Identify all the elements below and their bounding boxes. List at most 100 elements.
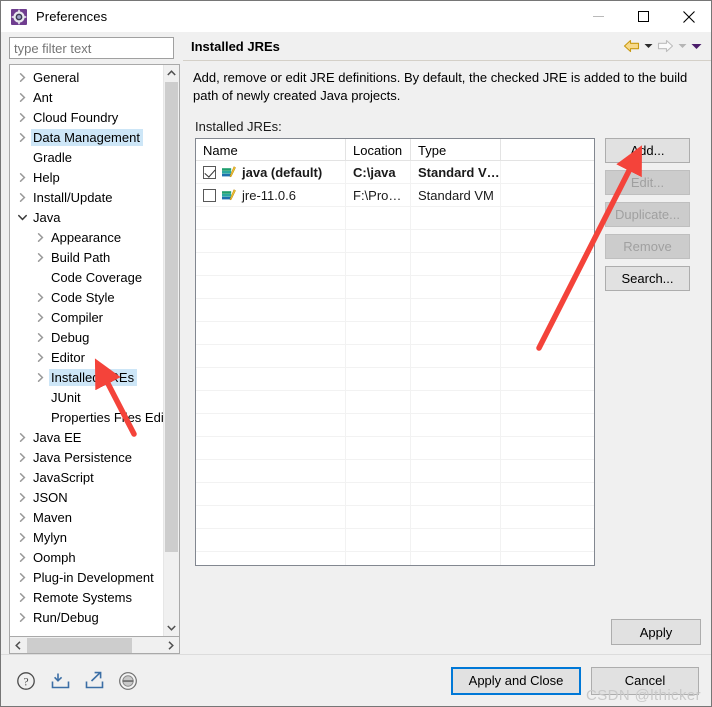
svg-text:?: ? (23, 676, 28, 688)
chevron-right-icon[interactable] (14, 492, 31, 502)
filter-input[interactable] (9, 37, 174, 59)
chevron-right-icon[interactable] (32, 372, 49, 382)
tree-item-java[interactable]: Java (10, 207, 163, 227)
scroll-up-arrow[interactable] (164, 65, 179, 82)
tree-item-compiler[interactable]: Compiler (10, 307, 163, 327)
export-icon[interactable] (83, 670, 105, 692)
chevron-right-icon[interactable] (14, 472, 31, 482)
apply-button[interactable]: Apply (611, 619, 701, 645)
back-history-chevron-down-icon[interactable] (641, 36, 655, 56)
left-pane: General Ant Cloud Foundry Data Management Gr… (1, 32, 183, 654)
chevron-right-icon[interactable] (14, 112, 31, 122)
table-empty-row (196, 322, 594, 345)
footer-button-group: Apply and Close Cancel (451, 666, 699, 695)
minimize-button[interactable] (576, 1, 621, 32)
chevron-right-icon[interactable] (32, 332, 49, 342)
tree-item-label: Install/Update (33, 189, 113, 205)
tree-item-label: Cloud Foundry (33, 109, 119, 125)
tree-scroll-thumb[interactable] (165, 82, 178, 552)
chevron-right-icon[interactable] (32, 292, 49, 302)
chevron-right-icon[interactable] (14, 192, 31, 202)
chevron-right-icon[interactable] (14, 552, 31, 562)
jre-type-cell: Standard VM (411, 183, 501, 207)
chevron-right-icon[interactable] (14, 572, 31, 582)
tree-item-debug[interactable]: Debug (10, 327, 163, 347)
chevron-right-icon[interactable] (14, 92, 31, 102)
column-header-type[interactable]: Type (411, 139, 501, 161)
view-menu-chevron-down-icon[interactable] (689, 36, 703, 56)
chevron-right-icon[interactable] (14, 512, 31, 522)
table-empty-row (196, 437, 594, 460)
tree-item-installed-jres[interactable]: Installed JREs (10, 367, 163, 387)
hscroll-thumb[interactable] (27, 637, 132, 653)
hscroll-right-arrow[interactable] (162, 638, 179, 653)
tree-item-java-ee[interactable]: Java EE (10, 427, 163, 447)
tree-item-plug-in-development[interactable]: Plug-in Development (10, 567, 163, 587)
tree-item-mylyn[interactable]: Mylyn (10, 527, 163, 547)
tree-item-ant[interactable]: Ant (10, 87, 163, 107)
chevron-right-icon[interactable] (14, 612, 31, 622)
tree-item-properties-files-edi[interactable]: Properties Files Edi (10, 407, 163, 427)
import-icon[interactable] (49, 670, 71, 692)
dialog-body: General Ant Cloud Foundry Data Management Gr… (1, 32, 711, 654)
chevron-right-icon[interactable] (14, 72, 31, 82)
preference-tree[interactable]: General Ant Cloud Foundry Data Management Gr… (9, 64, 180, 637)
tree-item-data-management[interactable]: Data Management (10, 127, 163, 147)
chevron-right-icon[interactable] (32, 312, 49, 322)
hscroll-left-arrow[interactable] (10, 638, 27, 653)
tree-item-general[interactable]: General (10, 67, 163, 87)
chevron-right-icon[interactable] (14, 132, 31, 142)
tree-item-appearance[interactable]: Appearance (10, 227, 163, 247)
tree-item-json[interactable]: JSON (10, 487, 163, 507)
jre-filler-cell (501, 161, 594, 184)
help-icon[interactable]: ? (15, 670, 37, 692)
close-button[interactable] (666, 1, 711, 32)
tree-item-code-style[interactable]: Code Style (10, 287, 163, 307)
tree-horizontal-scrollbar[interactable] (9, 637, 180, 654)
jre-name-label: java (default) (242, 164, 323, 180)
maximize-button[interactable] (621, 1, 666, 32)
tree-item-remote-systems[interactable]: Remote Systems (10, 587, 163, 607)
column-header-name[interactable]: Name (196, 139, 346, 161)
column-header-location[interactable]: Location (346, 139, 411, 161)
tree-item-gradle[interactable]: Gradle (10, 147, 163, 167)
table-row[interactable]: java (default) C:\java Standard V… (196, 160, 594, 184)
tree-item-maven[interactable]: Maven (10, 507, 163, 527)
tree-item-java-persistence[interactable]: Java Persistence (10, 447, 163, 467)
back-arrow-icon[interactable] (621, 36, 641, 56)
tree-item-help[interactable]: Help (10, 167, 163, 187)
tree-item-javascript[interactable]: JavaScript (10, 467, 163, 487)
tree-item-install-update[interactable]: Install/Update (10, 187, 163, 207)
remove-button: Remove (605, 234, 690, 259)
restore-defaults-icon[interactable] (117, 670, 139, 692)
table-empty-row (196, 207, 594, 230)
chevron-right-icon[interactable] (14, 452, 31, 462)
tree-item-run-debug[interactable]: Run/Debug (10, 607, 163, 627)
jre-location-cell: C:\java (346, 160, 411, 184)
tree-item-code-coverage[interactable]: Code Coverage (10, 267, 163, 287)
tree-item-editor[interactable]: Editor (10, 347, 163, 367)
chevron-right-icon[interactable] (14, 592, 31, 602)
add-button[interactable]: Add... (605, 138, 690, 163)
tree-item-junit[interactable]: JUnit (10, 387, 163, 407)
jre-default-checkbox[interactable] (203, 188, 216, 202)
chevron-right-icon[interactable] (32, 252, 49, 262)
chevron-right-icon[interactable] (14, 432, 31, 442)
tree-vertical-scrollbar[interactable] (163, 65, 179, 636)
chevron-right-icon[interactable] (14, 532, 31, 542)
tree-item-label: Java Persistence (33, 449, 132, 465)
jre-default-checkbox[interactable] (203, 165, 216, 179)
scroll-down-arrow[interactable] (164, 619, 179, 636)
table-row[interactable]: jre-11.0.6 F:\Pro… Standard VM (196, 183, 594, 207)
cancel-button[interactable]: Cancel (591, 666, 699, 695)
chevron-down-icon[interactable] (14, 214, 31, 221)
chevron-right-icon[interactable] (32, 352, 49, 362)
chevron-right-icon[interactable] (32, 232, 49, 242)
tree-item-cloud-foundry[interactable]: Cloud Foundry (10, 107, 163, 127)
tree-item-build-path[interactable]: Build Path (10, 247, 163, 267)
apply-and-close-button[interactable]: Apply and Close (451, 666, 581, 695)
installed-jres-table[interactable]: Name Location Type java (default) C:\java… (195, 138, 595, 566)
tree-item-oomph[interactable]: Oomph (10, 547, 163, 567)
chevron-right-icon[interactable] (14, 172, 31, 182)
search-button[interactable]: Search... (605, 266, 690, 291)
